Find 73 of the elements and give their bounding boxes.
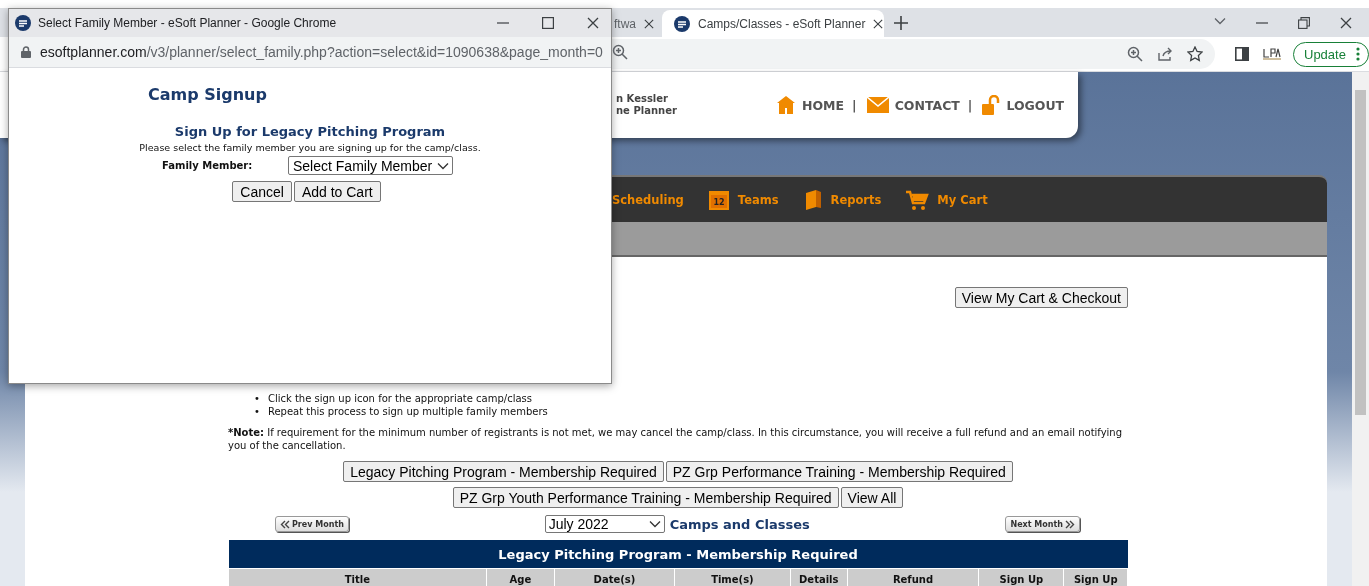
instruction-text: Please select the family member you are signing up for the camp/class. — [138, 142, 482, 153]
nav-item[interactable]: Scheduling — [612, 192, 684, 207]
filter-button[interactable]: View All — [840, 487, 904, 508]
close-icon[interactable] — [587, 17, 599, 29]
cart-icon — [905, 188, 930, 211]
lock-icon — [21, 46, 31, 58]
double-chevron-left-icon — [280, 519, 290, 529]
column-header: Time(s) — [674, 568, 791, 586]
column-header: Refund — [847, 568, 979, 586]
chevron-down-icon — [648, 520, 661, 528]
checkout-button[interactable]: View My Cart & Checkout — [954, 287, 1128, 308]
page-heading: Camp Signup — [148, 85, 268, 104]
close-icon[interactable] — [873, 18, 884, 29]
nav-link[interactable]: CONTACT — [894, 97, 960, 113]
zoom-icon[interactable] — [611, 44, 628, 60]
bullet-mark: • — [254, 405, 260, 418]
section-heading: Camps and Classes — [669, 516, 810, 532]
star-icon[interactable] — [1187, 46, 1203, 62]
chevron-down-icon — [437, 161, 450, 170]
separator-text: | — [852, 97, 857, 113]
share-icon[interactable] — [1157, 46, 1173, 62]
nav-link[interactable]: LOGOUT — [1006, 97, 1065, 113]
browser-tab[interactable]: Camps/Classes - eSoft Planner — [662, 10, 884, 37]
close-icon[interactable] — [644, 18, 654, 29]
app-icon — [674, 15, 690, 32]
instruction-item: Click the sign up icon for the appropriate camp/class — [267, 392, 532, 405]
column-header: Sign Up — [978, 568, 1064, 586]
column-header: Details — [790, 568, 848, 586]
column-header: Age — [486, 568, 555, 586]
column-header: Sign Up — [1064, 568, 1128, 586]
zoom-icon[interactable] — [1127, 46, 1143, 62]
month-dropdown[interactable]: July 2022 — [544, 515, 665, 533]
next-month-button[interactable]: Next Month — [1005, 516, 1080, 532]
new-tab-icon[interactable] — [894, 15, 908, 30]
side-panel-icon[interactable] — [1235, 47, 1249, 61]
section-heading: Sign Up for Legacy Pitching Program — [173, 124, 447, 139]
double-chevron-right-icon — [1065, 519, 1075, 529]
dialog-button[interactable]: Add to Cart — [293, 181, 381, 202]
filter-button[interactable]: PZ Grp Youth Performance Training - Membership Required — [452, 487, 839, 508]
prev-month-button[interactable]: Prev Month — [275, 516, 349, 532]
window-title: Select Family Member - eSoft Planner - Google Chrome — [38, 16, 338, 30]
separator-text: | — [967, 97, 973, 113]
nav-item[interactable]: My Cart — [937, 192, 988, 207]
instruction-item: Repeat this process to sign up multiple family members — [267, 405, 548, 418]
family-member-dropdown[interactable]: Select Family Member — [288, 156, 454, 175]
filter-button[interactable]: Legacy Pitching Program - Membership Required — [343, 461, 664, 482]
padlock-icon — [982, 95, 1001, 115]
field-label: Family Member: — [162, 160, 254, 171]
envelope-icon — [866, 97, 889, 113]
nav-link[interactable]: HOME — [802, 97, 845, 113]
browser-tab[interactable]: ftwa — [612, 10, 662, 37]
user-info-text: ne Planner — [616, 105, 678, 117]
filter-button[interactable]: PZ Grp Performance Training - Membership Required — [665, 461, 1013, 482]
tab-search-icon[interactable] — [1214, 16, 1226, 25]
note-text: *Note: If requirement for the minimum number of registrants is not met, we may cancel the camp/class. In this circumstance, you will receive a full refund and an email notifying you of the cancellation. — [228, 426, 1124, 452]
calendar-icon: 12 — [707, 188, 730, 211]
user-info-text: n Kessler — [616, 93, 669, 105]
close-icon[interactable] — [1340, 16, 1352, 29]
nav-item[interactable]: Teams — [737, 192, 779, 207]
extension-icon[interactable] — [1263, 48, 1281, 60]
update-button[interactable]: Update — [1293, 41, 1369, 67]
more-icon — [1355, 47, 1360, 61]
dialog-button[interactable]: Cancel — [232, 181, 292, 202]
house-icon — [776, 95, 796, 115]
bullet-mark: • — [254, 392, 260, 405]
table-title: Legacy Pitching Program - Membership Required — [228, 540, 1128, 569]
column-header: Title — [228, 568, 487, 586]
address-bar-url: esoftplanner.com/v3/planner/select_family.php?action=select&id=1090638&page_month=0 — [40, 44, 603, 60]
column-header: Date(s) — [554, 568, 675, 586]
restore-icon[interactable] — [1298, 16, 1310, 29]
nav-item[interactable]: Reports — [830, 192, 882, 207]
app-icon — [15, 15, 31, 31]
maximize-icon[interactable] — [542, 17, 554, 29]
